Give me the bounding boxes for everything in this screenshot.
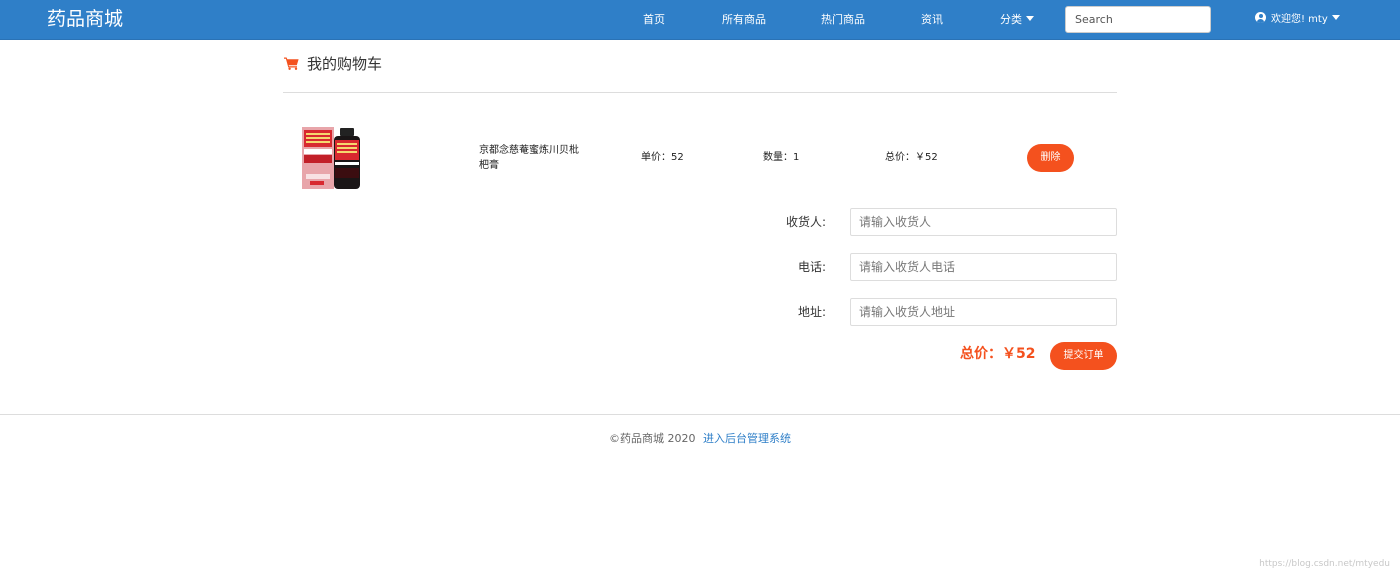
product-image[interactable] — [300, 124, 364, 192]
shopping-cart-icon — [284, 57, 299, 70]
top-navbar: 药品商城 首页 所有商品 热门商品 资讯 分类 欢迎您! mty — [0, 0, 1400, 40]
order-total: 总价：￥52 — [960, 346, 1036, 362]
quantity: 数量：1 — [763, 152, 800, 163]
user-greeting: 欢迎您! mty — [1271, 14, 1328, 25]
nav-category-dropdown[interactable]: 分类 — [1000, 12, 1034, 28]
watermark: https://blog.csdn.net/mtyedu — [1259, 559, 1390, 569]
footer-divider — [0, 414, 1400, 415]
brand-logo[interactable]: 药品商城 — [47, 7, 123, 31]
page-title: 我的购物车 — [307, 55, 383, 73]
admin-link[interactable]: 进入后台管理系统 — [703, 432, 791, 445]
nav-home[interactable]: 首页 — [643, 12, 665, 28]
receiver-label: 收货人: — [785, 215, 826, 229]
product-name[interactable]: 京都念慈菴蜜炼川贝枇杷膏 — [479, 143, 587, 173]
user-circle-icon — [1255, 12, 1266, 23]
chevron-down-icon — [1026, 16, 1034, 21]
chevron-down-icon — [1331, 15, 1340, 20]
phone-label: 电话: — [797, 260, 826, 274]
phone-input[interactable] — [850, 253, 1117, 281]
unit-price: 单价：52 — [641, 152, 684, 163]
address-label: 地址: — [797, 305, 826, 319]
user-menu[interactable]: 欢迎您! mty — [1255, 12, 1340, 28]
search-input[interactable] — [1065, 6, 1211, 33]
address-input[interactable] — [850, 298, 1117, 326]
footer-copyright: ©药品商城 2020 — [609, 432, 696, 445]
nav-all-products[interactable]: 所有商品 — [722, 12, 766, 28]
receiver-input[interactable] — [850, 208, 1117, 236]
item-subtotal: 总价：￥52 — [885, 152, 938, 163]
delete-button[interactable]: 删除 — [1027, 144, 1074, 172]
footer: ©药品商城 2020 进入后台管理系统 — [0, 431, 1400, 447]
submit-order-button[interactable]: 提交订单 — [1050, 342, 1117, 370]
nav-category-label: 分类 — [1000, 13, 1022, 26]
nav-hot-products[interactable]: 热门商品 — [821, 12, 865, 28]
heading-divider — [283, 92, 1117, 93]
nav-news[interactable]: 资讯 — [921, 12, 943, 28]
